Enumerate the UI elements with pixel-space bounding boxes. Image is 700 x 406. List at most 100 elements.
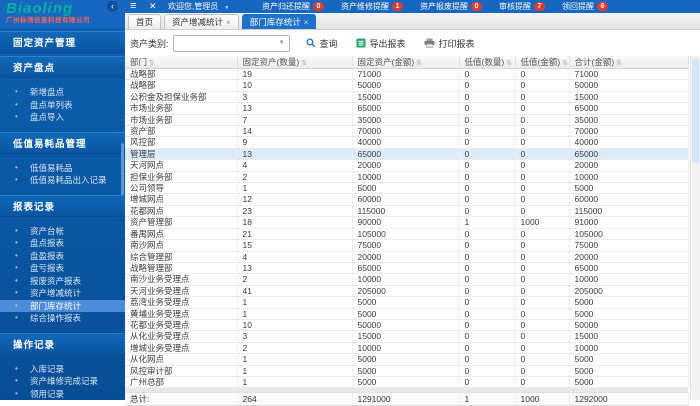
table-cell: 增城业务受理点 xyxy=(125,342,237,353)
table-cell: 0 xyxy=(459,160,515,171)
table-row[interactable]: 市场业务部13650000065000 xyxy=(125,103,688,114)
table-header-row: 部门⇅固定资产(数量)⇅固定资产(金额)⇅低值(数量)⇅低值(金额)⇅合计(金额… xyxy=(125,56,688,69)
table-row[interactable]: 番禺网点2110500000105000 xyxy=(125,228,688,239)
table-row[interactable]: 花都网点2311500000115000 xyxy=(125,205,688,216)
table-row[interactable]: 花都业务受理点10500000050000 xyxy=(125,319,688,330)
table-cell: 0 xyxy=(515,114,569,125)
search-button[interactable]: 查询 xyxy=(306,37,338,50)
table-row[interactable]: 荔湾业务受理点15000005000 xyxy=(125,297,688,308)
sidebar-item-label: 低值易耗品出入记录 xyxy=(30,175,107,185)
table-row[interactable]: 天河网点4200000020000 xyxy=(125,160,688,171)
table-row[interactable]: 战略管理部13650000065000 xyxy=(125,262,688,273)
sidebar-item[interactable]: •报废资产报表 xyxy=(0,275,125,288)
table-row[interactable]: 综合管理部4200000020000 xyxy=(125,251,688,262)
tab[interactable]: 首页 xyxy=(128,14,161,29)
sidebar-item-label: 盘点单列表 xyxy=(30,100,73,110)
sidebar-item[interactable]: •新增盘点 xyxy=(0,86,125,99)
scrollbar-thumb[interactable] xyxy=(692,58,699,163)
table-row[interactable]: 广州总部15000005000 xyxy=(125,376,688,387)
reminder-item[interactable]: 资产报废提醒0 xyxy=(420,1,482,12)
sidebar-item[interactable]: •资产台帐 xyxy=(0,225,125,238)
sidebar-item[interactable]: •部门库存统计 xyxy=(0,300,125,313)
table-cell: 0 xyxy=(459,148,515,159)
table-cell: 5000 xyxy=(352,308,459,319)
tab-close-icon[interactable]: × xyxy=(226,16,231,29)
close-icon[interactable]: ✕ xyxy=(149,0,157,13)
column-header[interactable]: 合计(金额)⇅ xyxy=(569,56,688,69)
column-header[interactable]: 固定资产(金额)⇅ xyxy=(352,56,459,69)
table-cell: 65000 xyxy=(352,103,459,114)
print-report-button[interactable]: 打印报表 xyxy=(424,37,475,50)
hamburger-menu-icon[interactable]: ≡ xyxy=(130,0,136,13)
table-cell: 0 xyxy=(515,331,569,342)
sidebar-section-title[interactable]: 操作记录 xyxy=(0,333,125,355)
table-row[interactable]: 增城业务受理点2100000010000 xyxy=(125,342,688,353)
table-row[interactable]: 风控审计部15000005000 xyxy=(125,365,688,376)
table-row[interactable]: 战略部19710000071000 xyxy=(125,69,688,80)
reminder-item[interactable]: 资产归还提醒0 xyxy=(262,1,324,12)
table-cell: 1 xyxy=(237,297,352,308)
table-row[interactable]: 战略部10500000050000 xyxy=(125,80,688,91)
reminder-item[interactable]: 审核提醒7 xyxy=(499,1,545,12)
sidebar-item-label: 综合操作报表 xyxy=(30,313,81,323)
sidebar-item[interactable]: •资产增减统计 xyxy=(0,287,125,300)
sidebar-item[interactable]: •综合操作报表 xyxy=(0,312,125,325)
table-row[interactable]: 黄埔业务受理点15000005000 xyxy=(125,308,688,319)
category-select[interactable]: ▼ xyxy=(173,35,290,52)
sidebar-item[interactable]: •盘点导入 xyxy=(0,111,125,124)
table-cell: 15000 xyxy=(352,331,459,342)
column-header[interactable]: 固定资产(数量)⇅ xyxy=(237,56,352,69)
column-header[interactable]: 部门⇅ xyxy=(125,56,237,69)
reminder-item[interactable]: 领回提醒6 xyxy=(562,1,608,12)
reminder-item[interactable]: 资产维修提醒1 xyxy=(341,1,403,12)
table-row[interactable]: 从化网点15000005000 xyxy=(125,354,688,365)
table-row[interactable]: 市场业务部7350000035000 xyxy=(125,114,688,125)
column-header[interactable]: 低值(数量)⇅ xyxy=(459,56,515,69)
tab[interactable]: 资产增减统计× xyxy=(164,14,239,29)
table-cell: 公司领导 xyxy=(125,183,237,194)
tab[interactable]: 部门库存统计× xyxy=(242,14,317,29)
collapse-circle-icon[interactable]: ‹ xyxy=(107,1,118,12)
report-table: 部门⇅固定资产(数量)⇅固定资产(金额)⇅低值(数量)⇅低值(金额)⇅合计(金额… xyxy=(125,56,690,406)
table-row[interactable]: 担保业务部2100000010000 xyxy=(125,171,688,182)
sidebar-item[interactable]: •盘亏报表 xyxy=(0,262,125,275)
sidebar-section-title[interactable]: 固定资产管理 xyxy=(0,31,125,53)
sidebar-item[interactable]: •领用记录 xyxy=(0,388,125,401)
table-row[interactable]: 南沙网点15750000075000 xyxy=(125,240,688,251)
table-row[interactable]: 南沙业务受理点2100000010000 xyxy=(125,274,688,285)
sidebar-item[interactable]: •低值易耗品出入记录 xyxy=(0,174,125,187)
sidebar-scrollbar[interactable] xyxy=(121,143,124,195)
sidebar-item[interactable]: •低值易耗品 xyxy=(0,162,125,175)
sidebar-item[interactable]: • 盘点单列表 xyxy=(0,99,125,112)
table-row[interactable]: 资产管理部18900001100091000 xyxy=(125,217,688,228)
table-row[interactable]: 天河业务受理点4120500000205000 xyxy=(125,285,688,296)
sidebar-item[interactable]: •盘盈报表 xyxy=(0,250,125,263)
sidebar-item[interactable]: •资产维修完成记录 xyxy=(0,375,125,388)
sidebar-item[interactable]: •入库记录 xyxy=(0,363,125,376)
table-row[interactable]: 管理层13650000065000 xyxy=(125,148,688,159)
sidebar-section-title[interactable]: 资产盘点 xyxy=(0,56,125,78)
table-row[interactable]: 公司领导15000005000 xyxy=(125,183,688,194)
table-cell: 0 xyxy=(515,126,569,137)
sidebar-section-title[interactable]: 低值易耗品管理 xyxy=(0,132,125,154)
table-cell: 资产部 xyxy=(125,126,237,137)
user-menu[interactable]: 欢迎您,管理员▼ xyxy=(168,0,229,13)
export-report-button[interactable]: 导出报表 xyxy=(356,37,406,50)
table-cell: 5000 xyxy=(352,376,459,387)
table-cell: 0 xyxy=(515,171,569,182)
table-cell: 18 xyxy=(237,217,352,228)
sort-icon: ⇅ xyxy=(301,60,307,67)
table-row[interactable]: 公积金及担保业务部3150000015000 xyxy=(125,91,688,102)
table-row[interactable]: 资产部14700000070000 xyxy=(125,126,688,137)
column-header[interactable]: 低值(金额)⇅ xyxy=(515,56,569,69)
table-row[interactable]: 风控部9400000040000 xyxy=(125,137,688,148)
bullet-icon: • xyxy=(15,99,18,112)
table-cell: 0 xyxy=(459,80,515,91)
table-row[interactable]: 增城网点12600000060000 xyxy=(125,194,688,205)
main-scrollbar[interactable] xyxy=(690,56,700,400)
table-row[interactable]: 从化业务受理点3150000015000 xyxy=(125,331,688,342)
sidebar-section-title[interactable]: 报表记录 xyxy=(0,195,125,217)
tab-close-icon[interactable]: × xyxy=(304,16,309,29)
table-cell: 市场业务部 xyxy=(125,103,237,114)
sidebar-item[interactable]: •盘点报表 xyxy=(0,237,125,250)
